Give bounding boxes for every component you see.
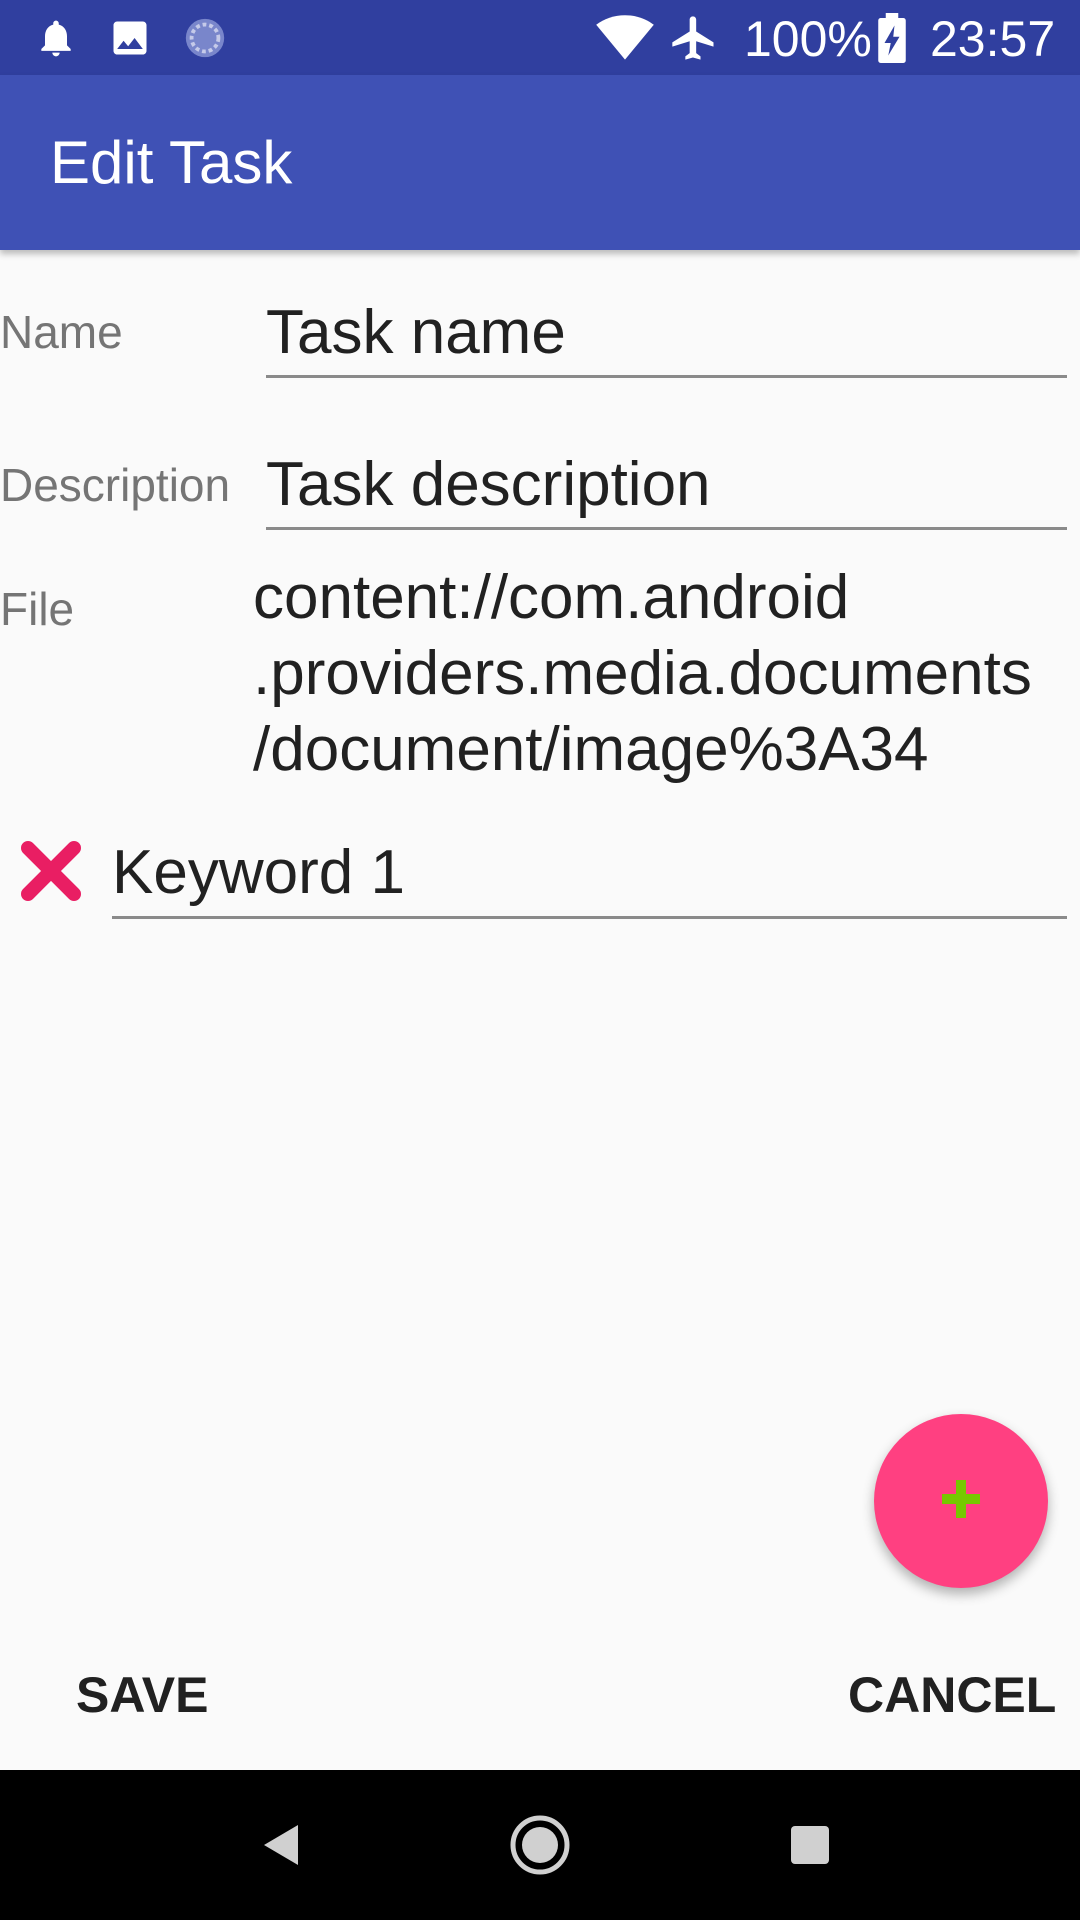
save-button[interactable]: SAVE xyxy=(76,1660,208,1730)
keyword-field[interactable] xyxy=(112,828,1067,919)
plus-icon xyxy=(940,1478,982,1525)
app-bar: Edit Task xyxy=(0,75,1080,250)
navigation-bar xyxy=(0,1770,1080,1920)
file-label: File xyxy=(0,583,75,635)
back-icon[interactable] xyxy=(230,1770,330,1920)
page-title: Edit Task xyxy=(50,129,293,196)
battery-percent: 100% xyxy=(744,11,872,67)
battery-charging-icon xyxy=(877,0,907,75)
airplane-icon xyxy=(668,0,720,75)
bell-icon xyxy=(34,0,78,75)
clock: 23:57 xyxy=(930,11,1056,67)
sync-icon xyxy=(182,0,228,75)
add-keyword-button[interactable] xyxy=(874,1414,1048,1588)
status-bar: 100% 23:57 xyxy=(0,0,1080,75)
task-description-field[interactable] xyxy=(266,442,1067,530)
file-uri-line: content://com.android xyxy=(253,563,850,632)
file-uri-line: /document/image%3A34 xyxy=(253,715,929,784)
wifi-icon xyxy=(596,0,654,75)
cancel-button[interactable]: CANCEL xyxy=(848,1660,1056,1730)
file-uri-line: .providers.media.documents xyxy=(253,639,1032,708)
delete-keyword-icon[interactable] xyxy=(18,838,84,904)
description-label: Description xyxy=(0,459,231,511)
recents-icon[interactable] xyxy=(760,1770,860,1920)
name-label: Name xyxy=(0,306,123,358)
task-name-field[interactable] xyxy=(266,290,1067,378)
home-icon[interactable] xyxy=(490,1770,590,1920)
file-uri: content://com.android .providers.media.d… xyxy=(253,560,1080,788)
image-icon xyxy=(108,0,152,75)
